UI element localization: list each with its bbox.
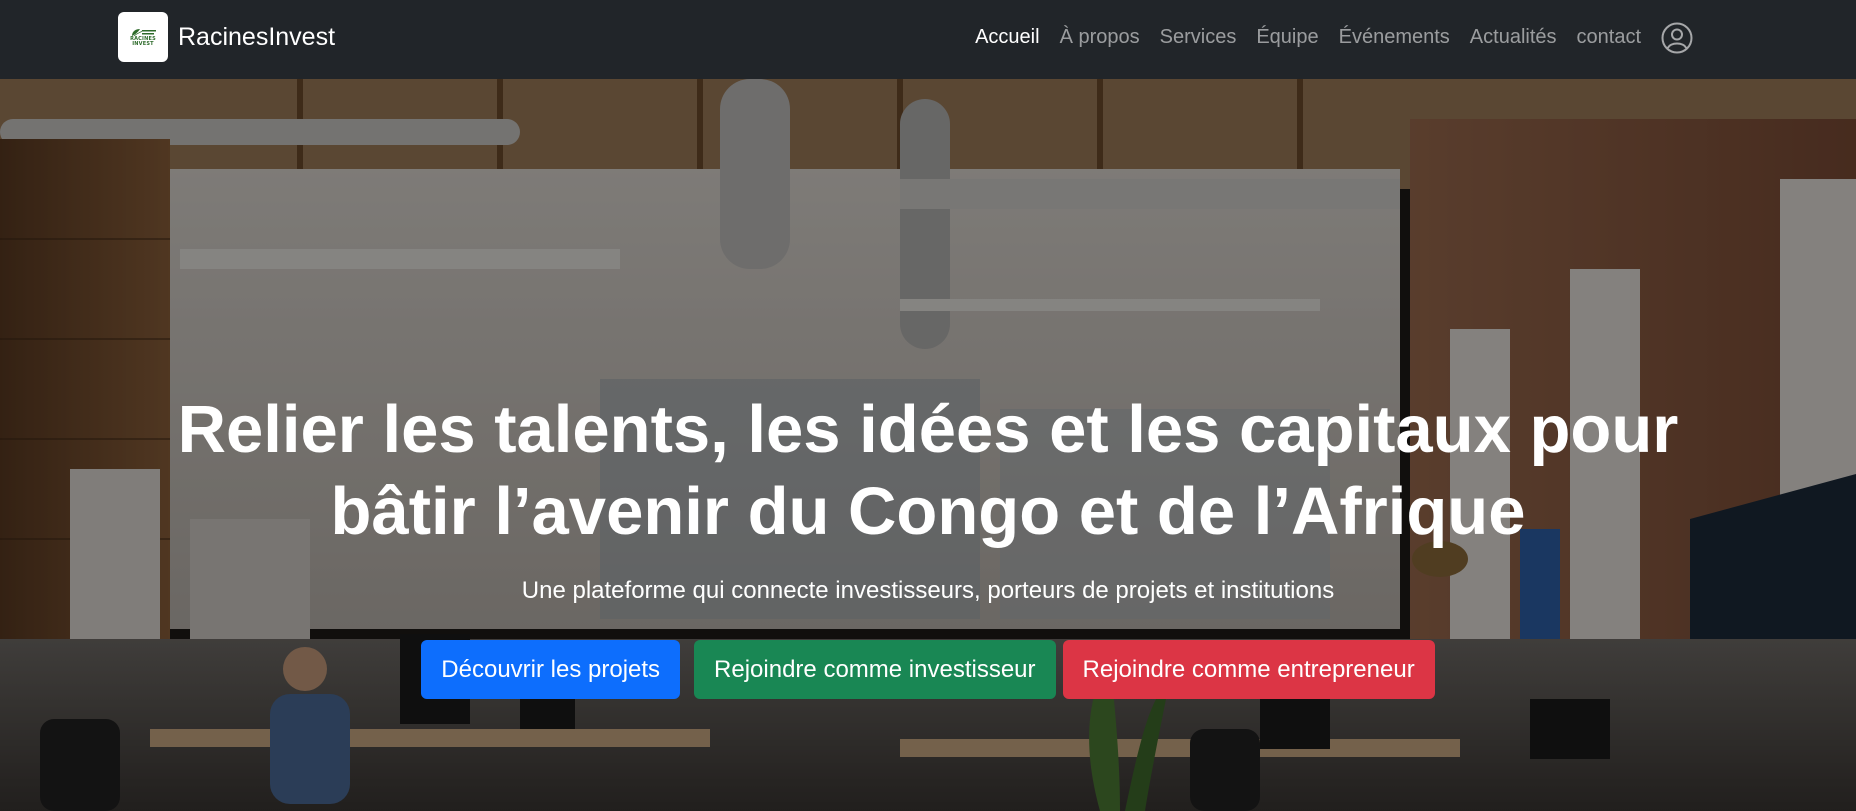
nav-link-contact[interactable]: contact xyxy=(1577,26,1641,49)
hero-section: Relier les talents, les idées et les cap… xyxy=(0,79,1856,811)
nav-link-services[interactable]: Services xyxy=(1160,26,1237,49)
hero-title-line1: Relier les talents, les idées et les cap… xyxy=(177,392,1679,467)
hero-subtitle: Une plateforme qui connecte investisseur… xyxy=(521,577,1335,604)
hero-content: Relier les talents, les idées et les cap… xyxy=(0,79,1856,811)
hero-title: Relier les talents, les idées et les cap… xyxy=(140,389,1716,553)
brand-logo: RACINES INVEST xyxy=(118,12,168,62)
hero-cta-group: Découvrir les projets Rejoindre comme in… xyxy=(0,640,1856,699)
nav-link-accueil[interactable]: Accueil xyxy=(975,26,1039,49)
nav-link-a-propos[interactable]: À propos xyxy=(1060,26,1140,49)
logo-text-invest: INVEST xyxy=(132,41,154,47)
discover-projects-button[interactable]: Découvrir les projets xyxy=(421,640,681,699)
leaf-icon xyxy=(132,29,156,37)
join-investor-button[interactable]: Rejoindre comme investisseur xyxy=(694,640,1056,699)
user-circle-icon[interactable] xyxy=(1661,22,1693,54)
nav-link-equipe[interactable]: Équipe xyxy=(1256,26,1318,49)
top-navbar: RACINES INVEST RacinesInvest Accueil À p… xyxy=(0,0,1856,79)
join-entrepreneur-button[interactable]: Rejoindre comme entrepreneur xyxy=(1062,640,1435,699)
nav-menu: Accueil À propos Services Équipe Événeme… xyxy=(955,0,1693,75)
brand-name: RacinesInvest xyxy=(178,22,336,51)
nav-link-evenements[interactable]: Événements xyxy=(1339,26,1450,49)
nav-link-actualites[interactable]: Actualités xyxy=(1470,26,1557,49)
brand-link[interactable]: RACINES INVEST RacinesInvest xyxy=(118,12,335,62)
hero-title-line2: bâtir l’avenir du Congo et de l’Afrique xyxy=(330,474,1526,549)
